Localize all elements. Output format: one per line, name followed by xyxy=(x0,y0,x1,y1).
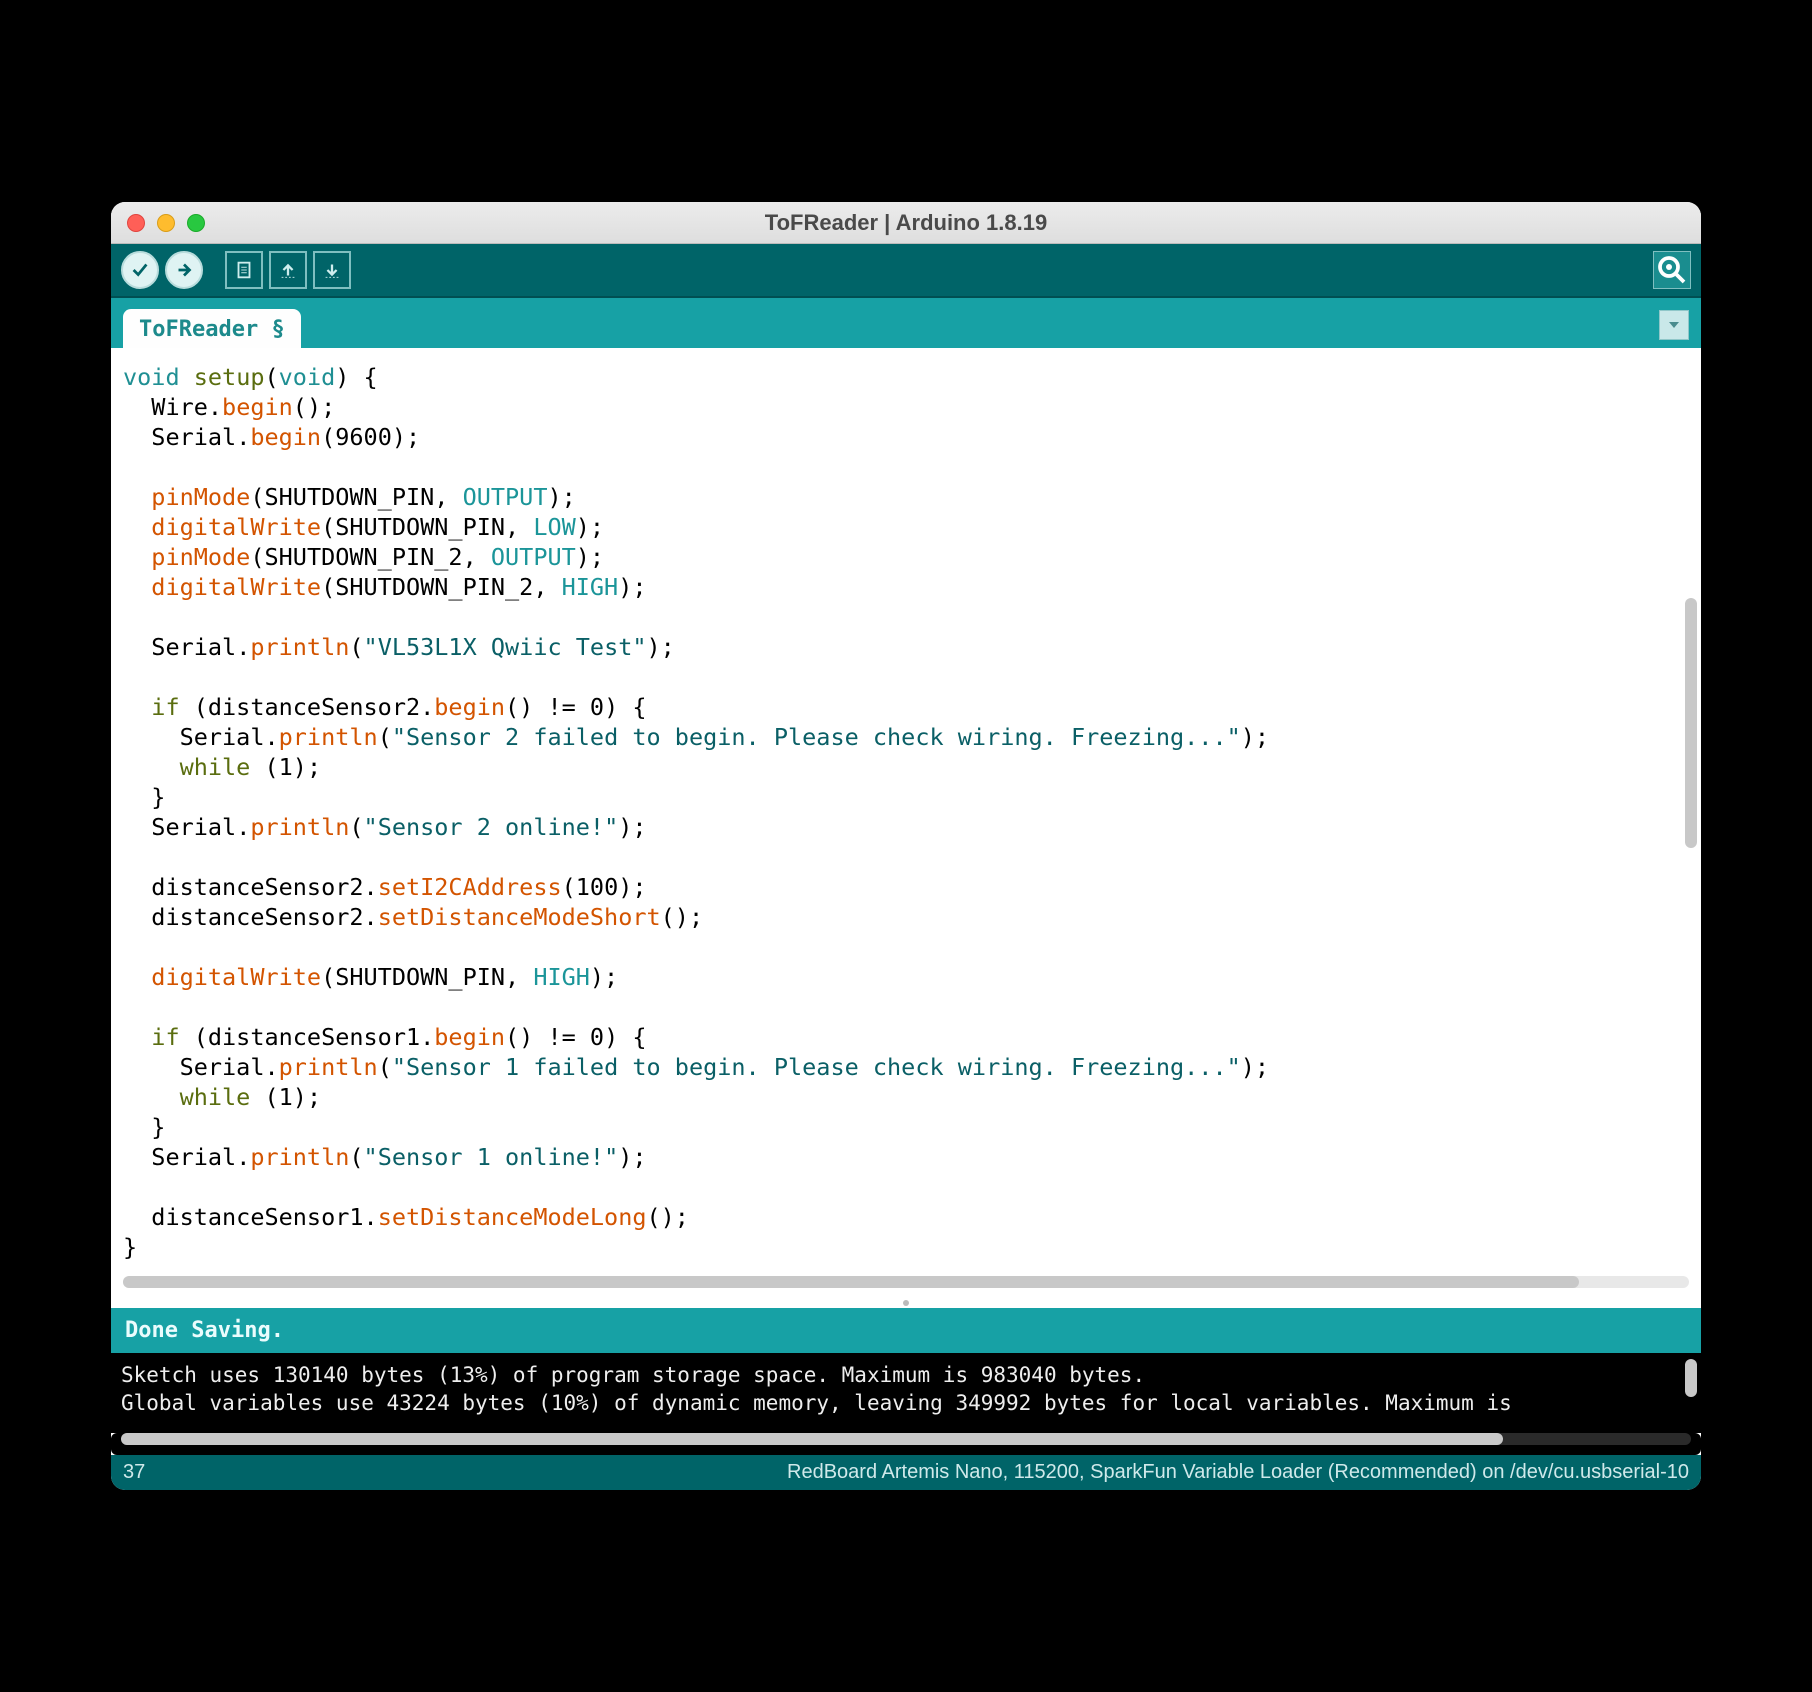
console-vertical-scrollbar[interactable] xyxy=(1685,1359,1697,1397)
chevron-down-icon xyxy=(1666,317,1682,333)
footer-bar: 37 RedBoard Artemis Nano, 115200, SparkF… xyxy=(111,1455,1701,1490)
editor-horizontal-scrollbar[interactable] xyxy=(123,1276,1689,1288)
tab-menu-button[interactable] xyxy=(1659,310,1689,340)
save-sketch-button[interactable] xyxy=(313,251,351,289)
status-bar: Done Saving. xyxy=(111,1308,1701,1353)
arrow-down-icon xyxy=(321,259,343,281)
output-console[interactable]: Sketch uses 130140 bytes (13%) of progra… xyxy=(111,1353,1701,1433)
window-title: ToFReader | Arduino 1.8.19 xyxy=(111,210,1701,236)
file-icon xyxy=(233,259,255,281)
arrow-right-icon xyxy=(173,259,195,281)
console-line: Sketch uses 130140 bytes (13%) of progra… xyxy=(121,1363,1145,1387)
pane-resize-grip[interactable] xyxy=(111,1298,1701,1308)
sketch-tab[interactable]: ToFReader § xyxy=(123,309,301,348)
tab-bar: ToFReader § xyxy=(111,298,1701,348)
new-sketch-button[interactable] xyxy=(225,251,263,289)
magnifier-icon xyxy=(1654,252,1690,288)
code-editor[interactable]: void setup(void) { Wire.begin(); Serial.… xyxy=(111,348,1701,1262)
console-horizontal-scrollbar[interactable] xyxy=(111,1433,1701,1455)
app-window: ToFReader | Arduino 1.8.19 xyxy=(111,202,1701,1490)
titlebar: ToFReader | Arduino 1.8.19 xyxy=(111,202,1701,244)
line-number-indicator: 37 xyxy=(123,1461,145,1484)
serial-monitor-button[interactable] xyxy=(1653,251,1691,289)
zoom-window-button[interactable] xyxy=(187,214,205,232)
board-port-indicator: RedBoard Artemis Nano, 115200, SparkFun … xyxy=(787,1461,1689,1484)
toolbar xyxy=(111,244,1701,298)
window-controls xyxy=(127,214,205,232)
verify-button[interactable] xyxy=(121,251,159,289)
check-icon xyxy=(129,259,151,281)
arrow-up-icon xyxy=(277,259,299,281)
editor-vertical-scrollbar[interactable] xyxy=(1685,598,1697,848)
open-sketch-button[interactable] xyxy=(269,251,307,289)
console-line: Global variables use 43224 bytes (10%) o… xyxy=(121,1391,1524,1415)
close-window-button[interactable] xyxy=(127,214,145,232)
minimize-window-button[interactable] xyxy=(157,214,175,232)
upload-button[interactable] xyxy=(165,251,203,289)
